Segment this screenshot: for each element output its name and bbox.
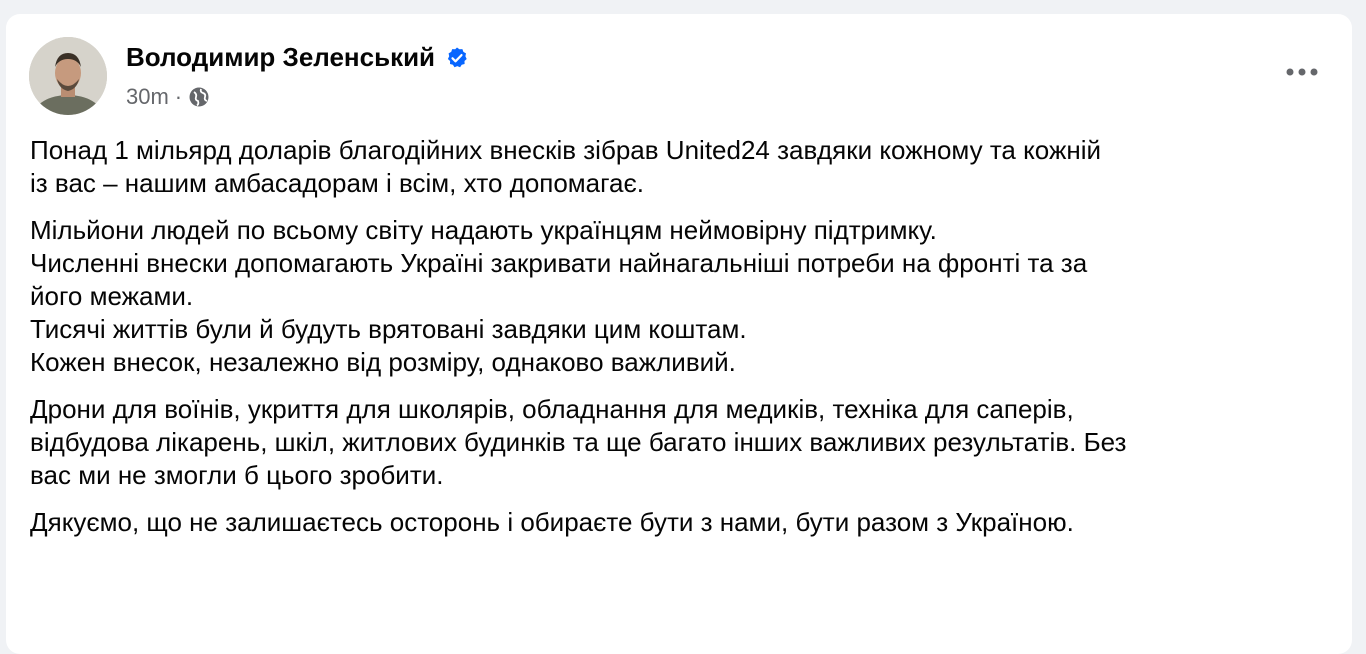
post-paragraph-4: Дякуємо, що не залишаєтесь осторонь і об…: [30, 506, 1330, 539]
post-timestamp[interactable]: 30m: [126, 84, 169, 110]
post-line: Численні внески допомагають Україні закр…: [30, 248, 1088, 278]
post-line: вас ми не змогли б цього зробити.: [30, 460, 444, 490]
author-name[interactable]: Володимир Зеленський: [126, 42, 469, 73]
post-line: Понад 1 мільярд доларів благодійних внес…: [30, 135, 1102, 165]
post-line: відбудова лікарень, шкіл, житлових будин…: [30, 427, 1127, 457]
post-meta: 30m ·: [126, 84, 210, 110]
post-line: його межами.: [30, 281, 194, 311]
post-card: Володимир Зеленський 30m · Понад 1 мілья…: [6, 14, 1352, 654]
post-line: Дрони для воїнів, укриття для школярів, …: [30, 394, 1074, 424]
post-paragraph-2: Мільйони людей по всьому світу надають у…: [30, 214, 1330, 379]
meta-separator: ·: [174, 84, 183, 109]
more-options-icon: [1286, 68, 1318, 76]
post-paragraph-1: Понад 1 мільярд доларів благодійних внес…: [30, 134, 1330, 200]
post-body: Понад 1 мільярд доларів благодійних внес…: [30, 134, 1330, 553]
post-line: із вас – нашим амбасадорам і всім, хто д…: [30, 168, 645, 198]
post-paragraph-3: Дрони для воїнів, укриття для школярів, …: [30, 393, 1330, 492]
author-name-text[interactable]: Володимир Зеленський: [126, 42, 435, 73]
avatar-image: [29, 37, 107, 115]
author-avatar[interactable]: [29, 37, 107, 115]
post-line: Кожен внесок, незалежно від розміру, одн…: [30, 347, 736, 377]
post-line: Мільйони людей по всьому світу надають у…: [30, 215, 937, 245]
more-options-button[interactable]: [1280, 54, 1324, 90]
globe-icon[interactable]: [188, 86, 210, 108]
post-line: Дякуємо, що не залишаєтесь осторонь і об…: [30, 507, 1074, 537]
post-line: Тисячі життів були й будуть врятовані за…: [30, 314, 747, 344]
verified-badge-icon: [447, 47, 467, 67]
